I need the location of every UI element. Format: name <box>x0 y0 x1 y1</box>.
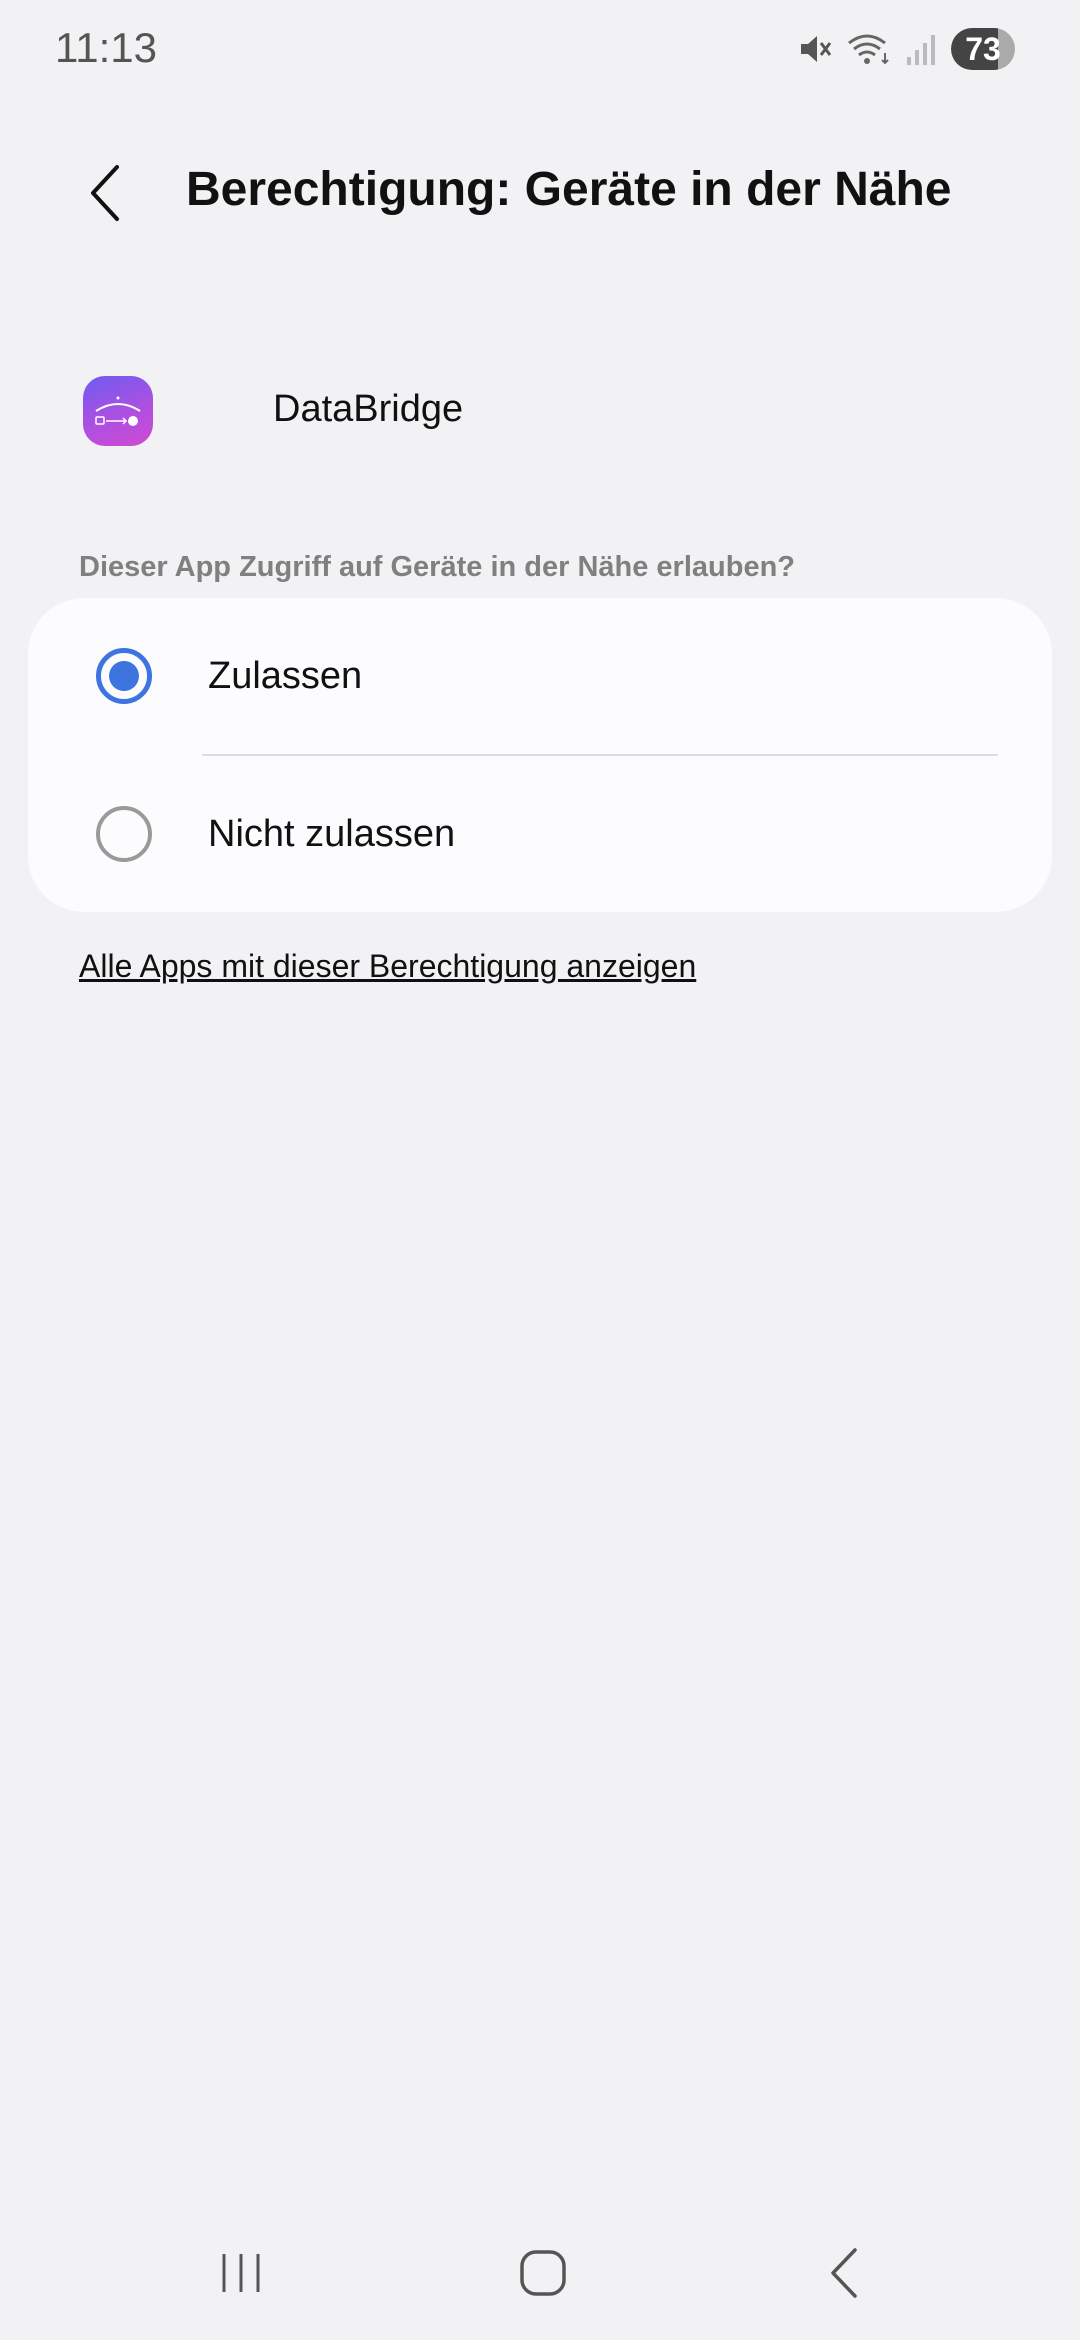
option-deny-label: Nicht zulassen <box>208 812 456 855</box>
mute-icon <box>797 31 833 67</box>
chevron-left-icon <box>85 163 125 228</box>
option-deny[interactable]: Nicht zulassen <box>28 756 1052 912</box>
recent-apps-icon <box>216 2248 266 2303</box>
back-icon <box>825 2246 865 2305</box>
app-name: DataBridge <box>273 388 464 430</box>
nav-back-button[interactable] <box>785 2230 905 2320</box>
radio-dot <box>109 661 139 691</box>
battery-level: 73 <box>965 31 1001 67</box>
signal-icon <box>905 31 937 67</box>
show-all-apps-link[interactable]: Alle Apps mit dieser Berechtigung anzeig… <box>79 948 696 985</box>
option-allow[interactable]: Zulassen <box>28 598 1052 754</box>
back-button[interactable] <box>70 155 140 235</box>
status-bar: 11:13 73 <box>0 0 1080 100</box>
permission-options-card: Zulassen Nicht zulassen <box>28 598 1052 912</box>
permission-question: Dieser App Zugriff auf Geräte in der Näh… <box>79 551 796 583</box>
wifi-icon <box>847 31 891 67</box>
page-title: Berechtigung: Geräte in der Nähe <box>186 163 952 216</box>
databridge-app-icon <box>83 376 153 446</box>
option-allow-label: Zulassen <box>208 654 363 697</box>
home-icon <box>518 2248 568 2303</box>
home-button[interactable] <box>483 2230 603 2320</box>
navigation-bar <box>0 2230 1080 2340</box>
battery-icon: 73 <box>951 28 1015 70</box>
radio-button-selected[interactable] <box>96 648 152 704</box>
radio-button-unselected[interactable] <box>96 806 152 862</box>
recent-apps-button[interactable] <box>181 2230 301 2320</box>
app-row: DataBridge <box>83 376 463 446</box>
status-time: 11:13 <box>55 24 157 71</box>
status-icons: 73 <box>797 28 1015 70</box>
